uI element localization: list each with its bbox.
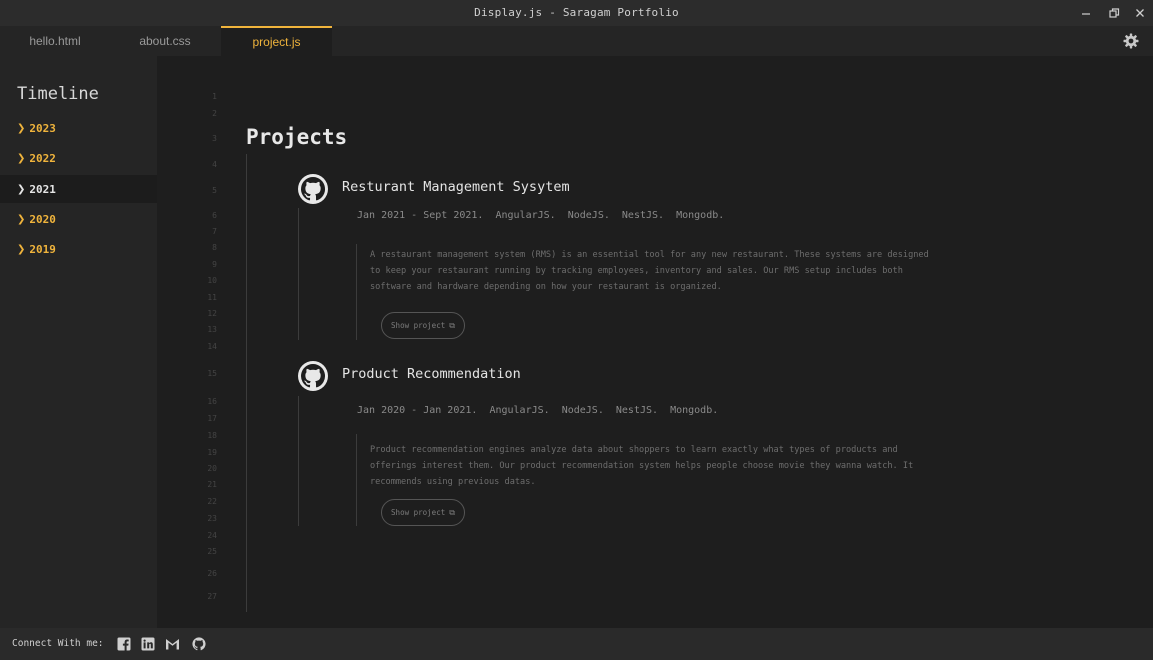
- line-number: 11: [207, 293, 217, 302]
- minimize-icon: [1082, 13, 1090, 15]
- close-button[interactable]: [1129, 3, 1151, 23]
- button-label: Show project: [391, 508, 446, 517]
- line-number: 14: [207, 342, 217, 351]
- timeline-item-2021[interactable]: ❯ 2021: [0, 175, 157, 203]
- line-number: 8: [212, 243, 217, 252]
- line-number: 25: [207, 547, 217, 556]
- year-label: 2020: [29, 212, 56, 226]
- line-number: 1: [212, 92, 217, 101]
- timeline-item-2023[interactable]: ❯ 2023: [0, 114, 157, 142]
- project-description: Product recommendation engines analyze d…: [370, 445, 914, 488]
- line-number: 4: [212, 160, 217, 169]
- project-title: Resturant Management Sysytem: [342, 179, 570, 195]
- external-link-icon: ⧉: [449, 507, 455, 517]
- facebook-icon[interactable]: [117, 637, 131, 651]
- status-bar: Connect With me:: [0, 628, 1153, 660]
- connect-label: Connect With me:: [12, 638, 104, 649]
- line-number: 20: [207, 464, 217, 473]
- project-description: A restaurant management system (RMS) is …: [370, 250, 929, 293]
- line-number: 16: [207, 397, 217, 406]
- sidebar-heading: Timeline: [17, 84, 99, 104]
- external-link-icon: ⧉: [449, 320, 455, 330]
- indent-guide: [298, 396, 299, 526]
- line-number: 15: [207, 369, 217, 378]
- year-label: 2021: [29, 182, 56, 196]
- tab-bar: hello.html about.css project.js: [0, 26, 1153, 56]
- line-number: 9: [212, 260, 217, 269]
- editor-pane: 1 2 3 4 5 6 7 8 9 10 11 12 13 14 15 16 17 18 19 20 21 22 23 24 2…: [157, 56, 1153, 628]
- line-number: 22: [207, 497, 217, 506]
- line-number: 24: [207, 531, 217, 540]
- github-icon[interactable]: [298, 361, 328, 391]
- window-title: Display.js - Saragam Portfolio: [474, 6, 679, 19]
- close-icon: [1136, 9, 1144, 17]
- line-number: 21: [207, 480, 217, 489]
- title-bar: Display.js - Saragam Portfolio: [0, 0, 1153, 26]
- timeline-item-2020[interactable]: ❯ 2020: [0, 205, 157, 233]
- chevron-right-icon: ❯: [17, 213, 26, 225]
- tab-hello-html[interactable]: hello.html: [11, 26, 99, 56]
- line-number: 7: [212, 227, 217, 236]
- line-number: 27: [207, 592, 217, 601]
- line-number: 5: [212, 186, 217, 195]
- linkedin-icon[interactable]: [141, 637, 155, 651]
- settings-gear-icon[interactable]: [1123, 33, 1139, 49]
- indent-guide: [246, 154, 247, 612]
- chevron-right-icon: ❯: [17, 183, 26, 195]
- show-project-button[interactable]: Show project ⧉: [381, 312, 465, 339]
- github-icon[interactable]: [192, 637, 206, 651]
- indent-guide: [356, 434, 357, 526]
- line-number: 13: [207, 325, 217, 334]
- line-number: 2: [212, 109, 217, 118]
- chevron-right-icon: ❯: [17, 243, 26, 255]
- indent-guide: [298, 208, 299, 340]
- line-number: 23: [207, 514, 217, 523]
- project-meta: Jan 2021 - Sept 2021. AngularJS. NodeJS.…: [357, 210, 725, 221]
- timeline-item-2019[interactable]: ❯ 2019: [0, 235, 157, 263]
- button-label: Show project: [391, 321, 446, 330]
- indent-guide: [356, 244, 357, 340]
- minimize-button[interactable]: [1075, 3, 1097, 23]
- line-number: 18: [207, 431, 217, 440]
- show-project-button[interactable]: Show project ⧉: [381, 499, 465, 526]
- page-heading: Projects: [246, 125, 348, 149]
- gmail-icon[interactable]: [165, 637, 180, 651]
- line-number: 17: [207, 414, 217, 423]
- line-number: 3: [212, 134, 217, 143]
- line-number: 12: [207, 309, 217, 318]
- line-number: 10: [207, 276, 217, 285]
- restore-button[interactable]: [1103, 3, 1125, 23]
- line-number: 6: [212, 211, 217, 220]
- timeline-item-2022[interactable]: ❯ 2022: [0, 144, 157, 172]
- project-title: Product Recommendation: [342, 366, 521, 382]
- year-label: 2019: [29, 242, 56, 256]
- timeline-sidebar: Timeline ❯ 2023 ❯ 2022 ❯ 2021 ❯ 2020 ❯ 2019: [0, 56, 157, 628]
- year-label: 2022: [29, 151, 56, 165]
- tab-project-js[interactable]: project.js: [221, 26, 332, 56]
- chevron-right-icon: ❯: [17, 152, 26, 164]
- tab-about-css[interactable]: about.css: [121, 26, 209, 56]
- chevron-right-icon: ❯: [17, 122, 26, 134]
- restore-icon: [1108, 7, 1119, 18]
- year-label: 2023: [29, 121, 56, 135]
- github-icon[interactable]: [298, 174, 328, 204]
- line-number: 26: [207, 569, 217, 578]
- project-meta: Jan 2020 - Jan 2021. AngularJS. NodeJS. …: [357, 405, 719, 416]
- line-number: 19: [207, 448, 217, 457]
